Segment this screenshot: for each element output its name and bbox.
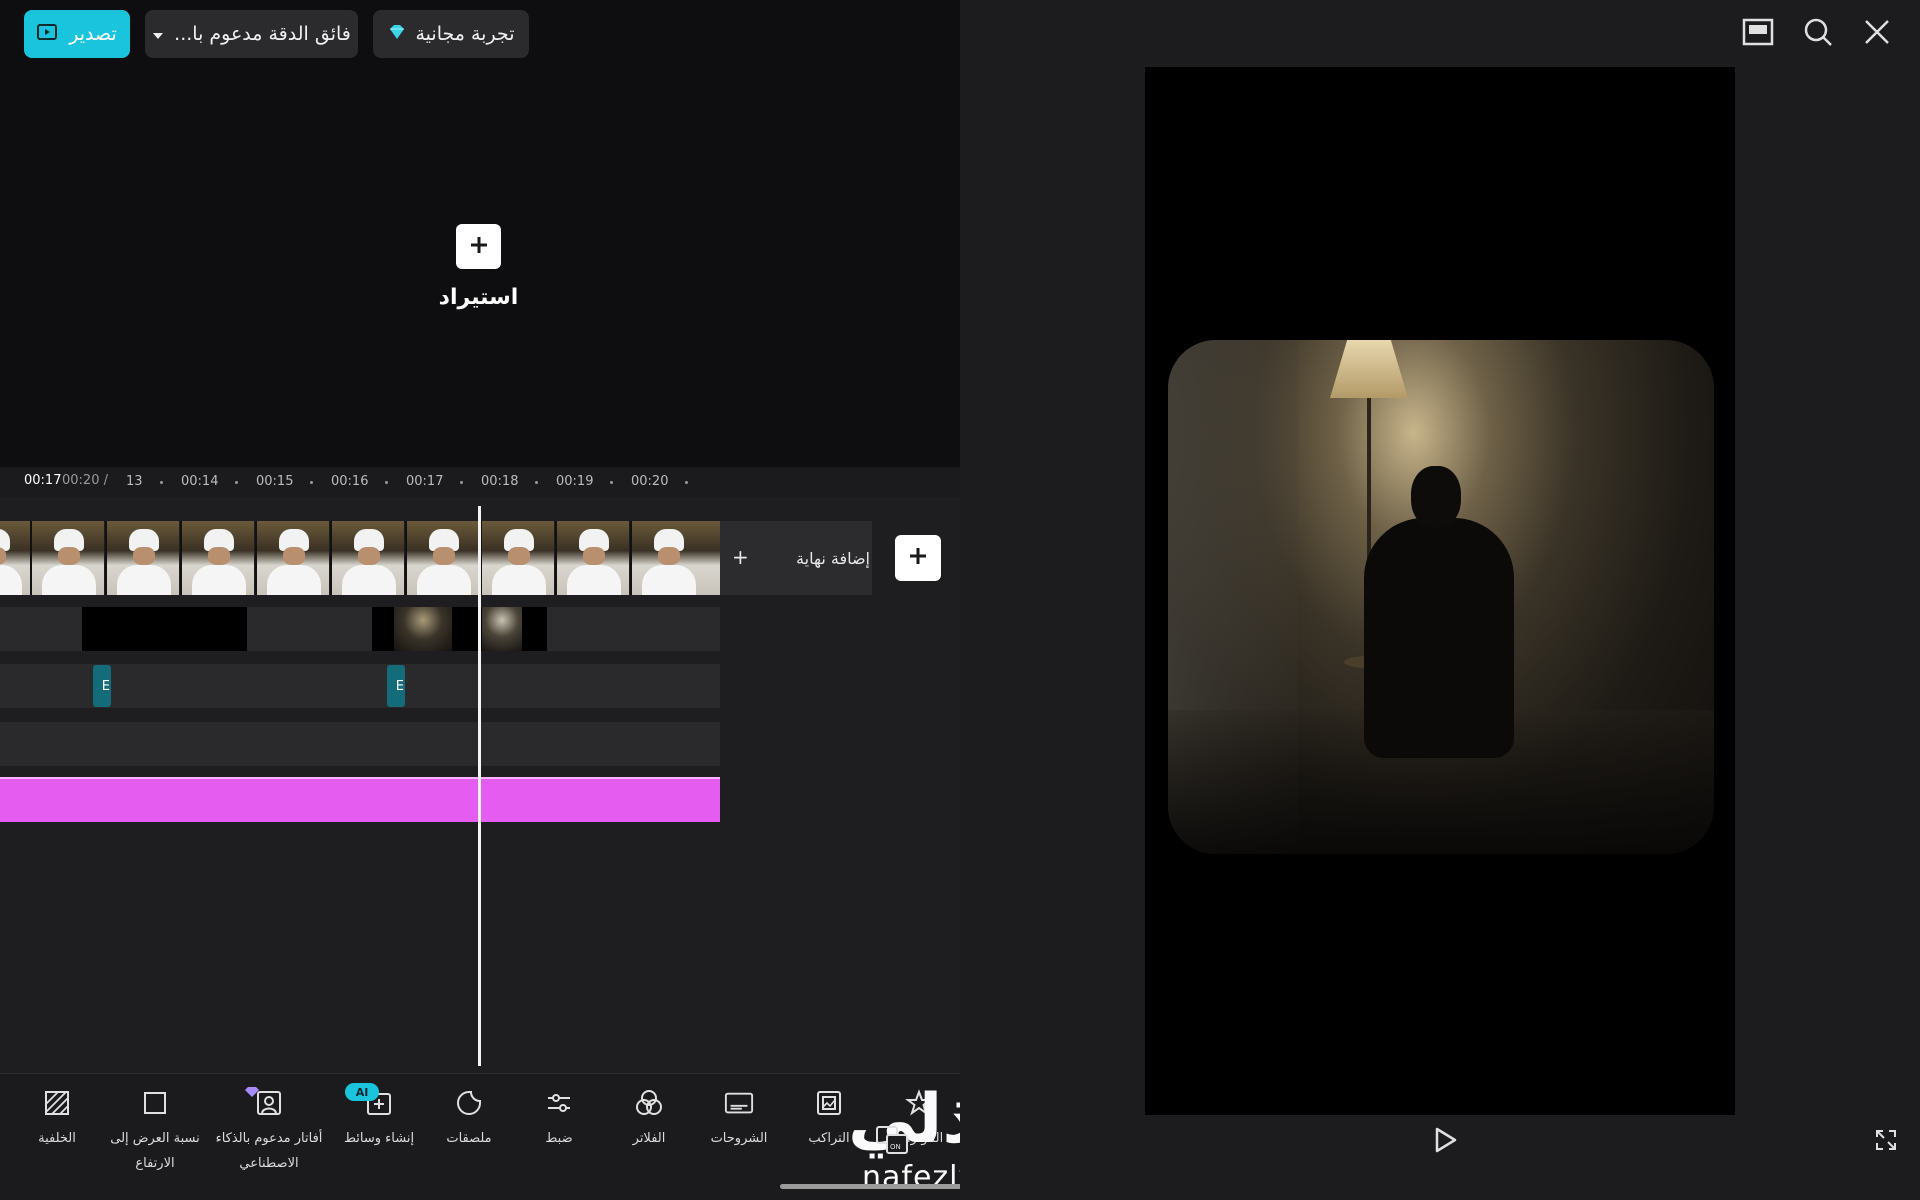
premium-gem-icon [244,1083,260,1102]
ruler-tick: 00:18 [481,474,519,489]
play-button[interactable] [1426,1122,1466,1162]
stickers-icon [454,1088,484,1118]
quality-selector[interactable]: فائق الدقة مدعوم با... [145,10,358,58]
import-label: استيراد [438,285,519,310]
add-ending-label: إضافة نهاية [796,548,870,568]
ruler-tick: 00:16 [331,474,369,489]
export-icon [37,23,59,46]
add-clip-button[interactable] [895,535,941,581]
tool-aspect-ratio[interactable]: نسبة العرض إلى الارتفاع [100,1088,210,1176]
tool-label: إنشاء وسائط [343,1131,415,1146]
ai-badge: AI [345,1083,379,1101]
export-button-label: تصدير [69,23,117,45]
caret-down-icon [152,23,164,45]
cast-on-icon: ON [875,1125,909,1159]
play-icon [1434,1127,1458,1157]
tool-ai-avatar[interactable]: أفاتار مدعوم بالذكاء الاصطناعي [214,1088,324,1176]
import-button[interactable] [456,224,501,269]
window-mode-button[interactable] [1738,14,1778,54]
ruler-dot [235,481,238,484]
overlay-thumbnail [482,607,522,651]
ruler-tick: 00:14 [181,474,219,489]
tool-background[interactable]: الخلفية [2,1088,112,1151]
video-preview[interactable] [1145,67,1735,1115]
adjust-icon [544,1088,574,1118]
playhead[interactable] [478,506,481,1066]
main-video-track[interactable] [0,521,720,595]
total-time: 00:20 / [62,473,108,488]
aspect-ratio-icon [140,1088,170,1118]
add-ending-plus-icon: + [732,545,749,569]
video-thumbnail [255,521,329,595]
search-button[interactable] [1798,14,1838,54]
overlay-icon [814,1088,844,1118]
close-icon [1863,18,1891,50]
quality-label: فائق الدقة مدعوم با... [174,23,351,45]
video-thumbnail [0,521,30,595]
video-thumbnail [330,521,404,595]
ruler-dot [535,481,538,484]
editor-pane: تصدير فائق الدقة مدعوم با... تجربة مجاني… [0,0,960,1200]
cast-toggle-button[interactable]: ON [872,1124,912,1160]
tool-label: الفلاتر [632,1131,666,1146]
overlay-thumbnail [394,607,452,651]
ruler-tick: 00:20 [631,474,669,489]
video-thumbnail [105,521,179,595]
ruler-tick: 00:15 [256,474,294,489]
fullscreen-icon [1874,1128,1898,1156]
tool-label: الخلفية [38,1131,76,1146]
captions-icon [724,1088,754,1118]
empty-track[interactable] [0,722,720,766]
audio-clip-marker[interactable]: E [93,665,111,707]
diamond-icon [388,23,406,45]
tool-label: ملصقات [446,1131,492,1146]
ruler-dot [685,481,688,484]
import-area[interactable]: تصدير فائق الدقة مدعوم با... تجربة مجاني… [0,0,960,467]
ruler-dot [385,481,388,484]
free-trial-label: تجربة مجانية [415,23,515,45]
background-icon [42,1088,72,1118]
video-thumbnail [630,521,720,595]
video-thumbnail [30,521,104,595]
overlay-clip[interactable] [82,607,247,651]
tool-label: ضبط [545,1131,573,1146]
filters-icon [634,1088,664,1118]
search-icon [1802,16,1834,52]
preview-pane: ON [876,0,1920,1200]
ruler-tick: 00:17 [406,474,444,489]
text-effect-track[interactable] [0,777,720,822]
overlay-clip[interactable] [372,607,547,651]
timeline-ruler[interactable]: 00:17 00:20 / 13 00:14 00:15 00:16 00:17… [0,467,960,497]
current-time: 00:17 [24,473,62,488]
video-thumbnail [480,521,554,595]
tool-label: نسبة العرض إلى الارتفاع [110,1131,200,1171]
ruler-dot [160,481,163,484]
ruler-dot [460,481,463,484]
video-thumbnail [180,521,254,595]
ruler-dot [610,481,613,484]
video-thumbnail [405,521,479,595]
audio-clip-marker[interactable]: E [387,665,405,707]
ruler-tick: 00:19 [556,474,594,489]
plus-icon [469,235,489,259]
window-icon [1742,18,1774,50]
svg-text:ON: ON [890,1143,901,1151]
ruler-dot [310,481,313,484]
bottom-toolbar: الخلفية نسبة العرض إلى الارتفاع أفاتار م… [0,1073,960,1200]
tool-label: أفاتار مدعوم بالذكاء الاصطناعي [215,1131,323,1171]
tool-label: التراكب [808,1131,850,1146]
export-button[interactable]: تصدير [24,10,130,58]
plus-icon [908,546,928,570]
video-thumbnail [555,521,629,595]
close-button[interactable] [1857,14,1897,54]
fullscreen-button[interactable] [1868,1124,1904,1160]
ruler-tick: 13 [126,474,143,489]
preview-image [1168,340,1714,854]
tool-label: الشروحات [710,1131,768,1146]
free-trial-button[interactable]: تجربة مجانية [373,10,529,58]
